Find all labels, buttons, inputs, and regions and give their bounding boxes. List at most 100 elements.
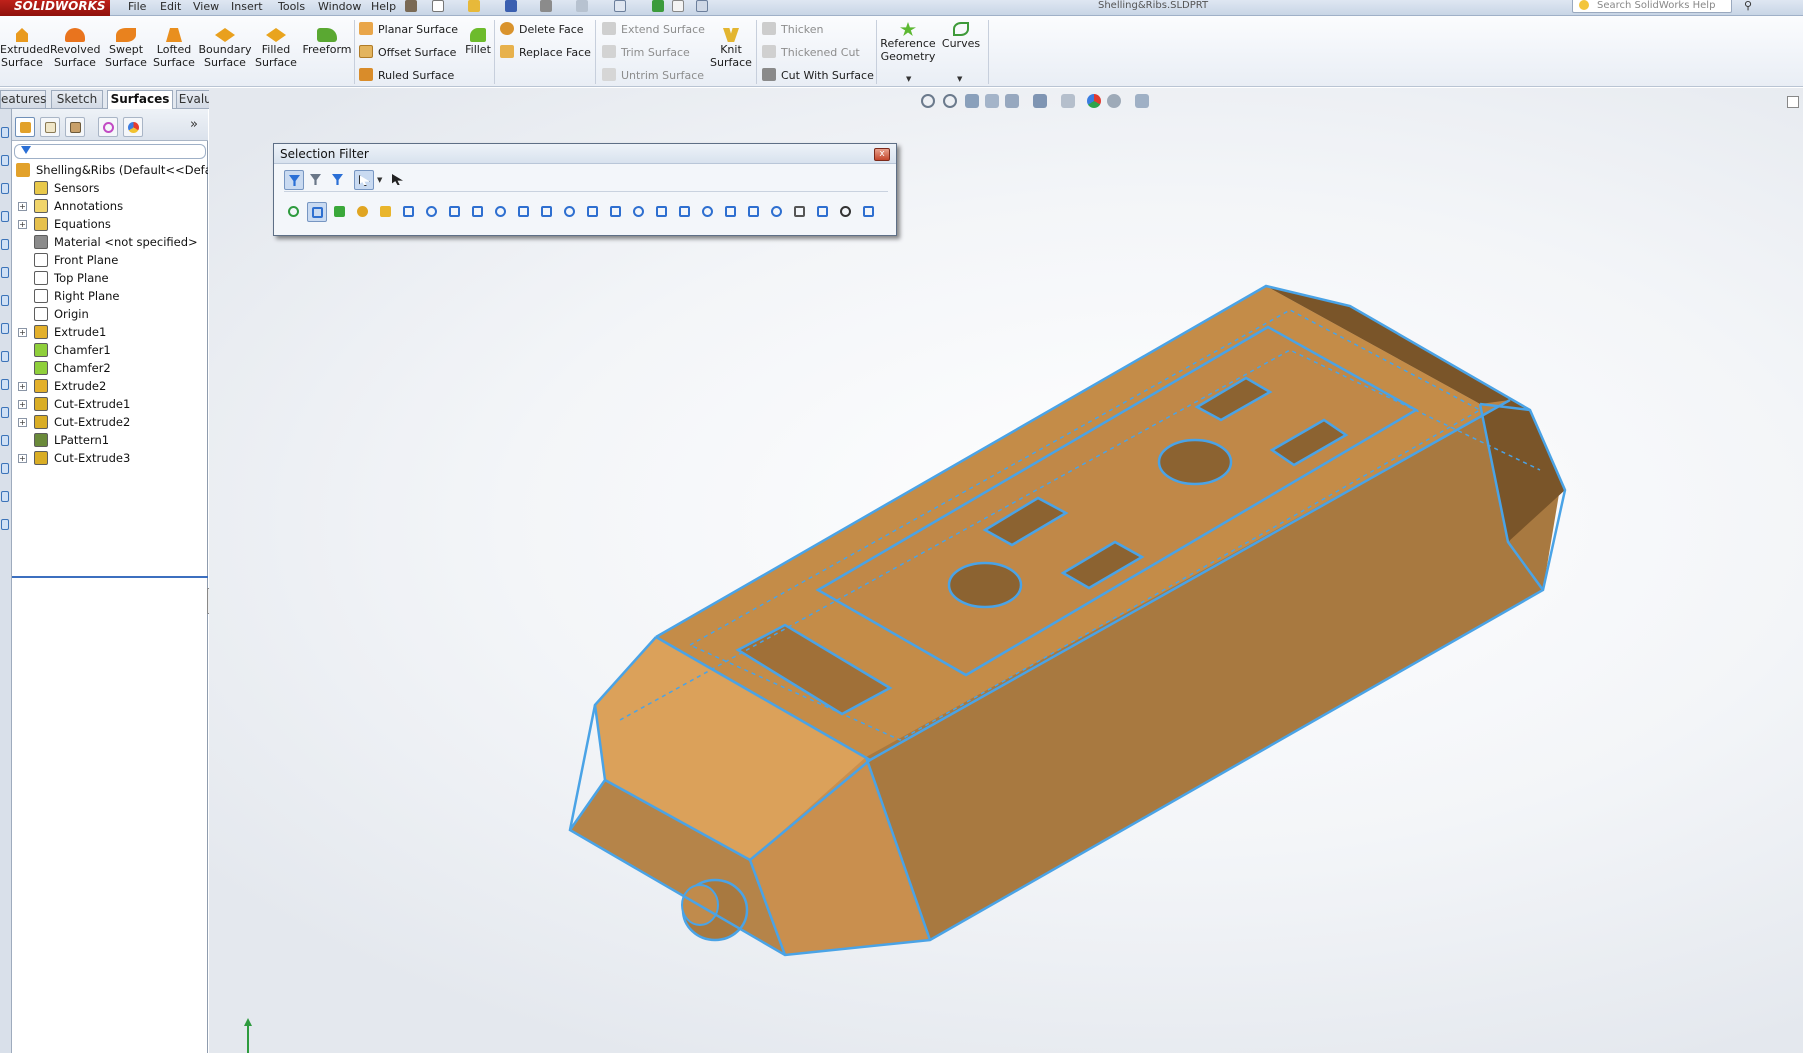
hidden-lines-icon[interactable] xyxy=(1,295,9,306)
search-help-input[interactable]: Search SolidWorks Help xyxy=(1572,0,1732,13)
curves-dropdown-icon[interactable]: ▼ xyxy=(957,75,962,83)
pointer-mode-dropdown-icon[interactable]: ▼ xyxy=(377,176,382,184)
rollback-bar[interactable] xyxy=(12,576,208,578)
offset-surface-button[interactable]: Offset Surface xyxy=(359,45,456,60)
pin-icon[interactable] xyxy=(405,0,417,12)
mass-properties-icon[interactable] xyxy=(1,519,9,530)
measure-icon[interactable] xyxy=(1,491,9,502)
more-tabs-chevron-icon[interactable]: » xyxy=(190,117,198,132)
untrim-surface-button[interactable]: Untrim Surface xyxy=(602,68,704,83)
replace-face-button[interactable]: Replace Face xyxy=(500,45,591,60)
tree-item-material-not-specified[interactable]: Material <not specified> xyxy=(12,233,208,251)
filter-geometric-tolerance-button[interactable] xyxy=(583,202,603,222)
expand-icon[interactable]: + xyxy=(18,382,27,391)
open-folder-icon[interactable] xyxy=(468,0,480,12)
delete-face-button[interactable]: Delete Face xyxy=(500,22,584,37)
tree-item-cut-extrude3[interactable]: + Cut-Extrude3 xyxy=(12,449,208,467)
tab-surfaces[interactable]: Surfaces xyxy=(107,90,173,109)
menu-edit[interactable]: Edit xyxy=(160,0,181,13)
save-icon[interactable] xyxy=(505,0,517,12)
filter-planes-button[interactable] xyxy=(422,202,442,222)
tree-item-lpattern1[interactable]: LPattern1 xyxy=(12,431,208,449)
expand-icon[interactable]: + xyxy=(18,202,27,211)
configuration-manager-tab[interactable] xyxy=(65,117,85,137)
tree-item-cut-extrude1[interactable]: + Cut-Extrude1 xyxy=(12,395,208,413)
expand-icon[interactable]: + xyxy=(18,328,27,337)
filter-stacked-balloons-button[interactable] xyxy=(721,202,741,222)
file-properties-icon[interactable] xyxy=(672,0,684,12)
smart-dimension-icon[interactable] xyxy=(1,463,9,474)
display-manager-tab[interactable] xyxy=(123,117,143,137)
search-magnifier-icon[interactable]: ⚲ xyxy=(1744,0,1752,12)
filter-sketch-points-button[interactable] xyxy=(284,202,304,222)
menu-tools[interactable]: Tools xyxy=(278,0,305,13)
reference-geometry-button[interactable]: Reference Geometry xyxy=(878,22,938,63)
section-view-icon[interactable] xyxy=(1,211,9,222)
menu-file[interactable]: File xyxy=(128,0,146,13)
close-button[interactable]: x xyxy=(874,148,890,161)
tree-item-equations[interactable]: + Equations xyxy=(12,215,208,233)
perspective-icon[interactable] xyxy=(1,323,9,334)
expand-icon[interactable]: + xyxy=(18,400,27,409)
tree-root-part[interactable]: Shelling&Ribs (Default<<Defau xyxy=(12,161,208,179)
expand-icon[interactable]: + xyxy=(18,220,27,229)
revolved-surface-button[interactable]: Revolved Surface xyxy=(50,28,100,69)
tree-item-extrude2[interactable]: + Extrude2 xyxy=(12,377,208,395)
filter-blocks-button[interactable] xyxy=(767,202,787,222)
fillet-button[interactable]: Fillet xyxy=(462,28,494,56)
clear-all-filters-button[interactable] xyxy=(306,170,326,190)
selection-filter-title[interactable]: Selection Filter xyxy=(274,144,896,164)
thicken-button[interactable]: Thicken xyxy=(762,22,824,37)
filter-cosmetic-threads-button[interactable] xyxy=(744,202,764,222)
rotate-icon[interactable] xyxy=(1,155,9,166)
curves-button[interactable]: Curves xyxy=(940,22,982,50)
filter-sketch-segments-button[interactable] xyxy=(445,202,465,222)
pointer-mode-button[interactable] xyxy=(354,170,374,190)
thickened-cut-button[interactable]: Thickened Cut xyxy=(762,45,860,60)
extend-surface-button[interactable]: Extend Surface xyxy=(602,22,705,37)
lofted-surface-button[interactable]: Lofted Surface xyxy=(152,28,196,69)
freeform-button[interactable]: Freeform xyxy=(302,28,352,56)
tree-item-front-plane[interactable]: Front Plane xyxy=(12,251,208,269)
filter-connection-points-button[interactable] xyxy=(813,202,833,222)
filter-routing-points-button[interactable] xyxy=(790,202,810,222)
select-all-filters-button[interactable] xyxy=(328,170,348,190)
filter-dimensions-button[interactable] xyxy=(537,202,557,222)
filled-surface-button[interactable]: Filled Surface xyxy=(254,28,298,69)
filter-dowel-symbols-button[interactable] xyxy=(859,202,879,222)
filter-faces-button[interactable] xyxy=(330,202,350,222)
extruded-surface-button[interactable]: Extruded Surface xyxy=(0,28,50,69)
tab-features[interactable]: eatures xyxy=(0,90,46,108)
planar-surface-button[interactable]: Planar Surface xyxy=(359,22,458,37)
toggle-selection-filter-button[interactable] xyxy=(284,170,304,190)
ruled-surface-button[interactable]: Ruled Surface xyxy=(359,68,454,83)
normal-to-icon[interactable] xyxy=(1,379,9,390)
filter-notes-button[interactable] xyxy=(606,202,626,222)
menu-window[interactable]: Window xyxy=(318,0,361,13)
model-hole-2[interactable] xyxy=(1157,438,1233,486)
model-hole-1[interactable] xyxy=(947,561,1023,609)
property-manager-tab[interactable] xyxy=(40,117,60,137)
feature-manager-tab[interactable] xyxy=(15,117,35,137)
rebuild-icon[interactable] xyxy=(652,0,664,12)
knit-surface-button[interactable]: Knit Surface xyxy=(708,28,754,69)
view-orientation-icon[interactable] xyxy=(1,351,9,362)
filter-surface-bodies-button[interactable] xyxy=(353,202,373,222)
display-style-icon[interactable] xyxy=(1,407,9,418)
tree-item-annotations[interactable]: + Annotations xyxy=(12,197,208,215)
filter-weld-symbols-button[interactable] xyxy=(629,202,649,222)
options-icon[interactable] xyxy=(696,0,708,12)
sketch-icon[interactable] xyxy=(1,435,9,446)
tree-item-cut-extrude2[interactable]: + Cut-Extrude2 xyxy=(12,413,208,431)
tree-item-sensors[interactable]: Sensors xyxy=(12,179,208,197)
tree-item-extrude1[interactable]: + Extrude1 xyxy=(12,323,208,341)
swept-surface-button[interactable]: Swept Surface xyxy=(104,28,148,69)
expand-icon[interactable]: + xyxy=(18,418,27,427)
solidworks-logo[interactable]: SOLIDWORKS xyxy=(0,0,110,16)
filter-axes-button[interactable] xyxy=(399,202,419,222)
filter-midpoints-button[interactable] xyxy=(468,202,488,222)
boundary-surface-button[interactable]: Boundary Surface xyxy=(198,28,252,69)
select-arrow-icon[interactable] xyxy=(614,0,626,12)
reference-geometry-dropdown-icon[interactable]: ▼ xyxy=(906,75,911,83)
new-document-icon[interactable] xyxy=(432,0,444,12)
